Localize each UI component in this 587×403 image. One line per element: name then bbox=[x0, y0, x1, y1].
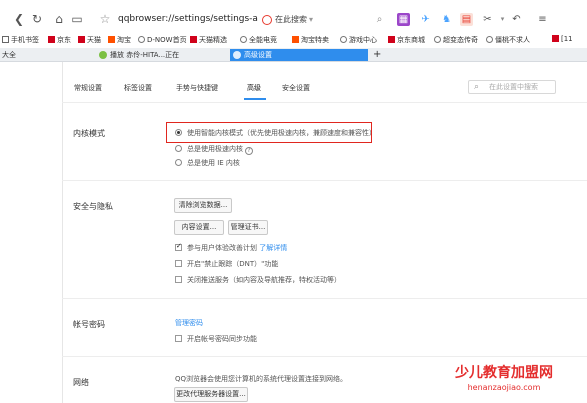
manage-passwords-link[interactable]: 管理密码 bbox=[175, 318, 203, 328]
bookmark-esports[interactable]: 全能电竞 bbox=[240, 35, 277, 45]
radio-unselected[interactable] bbox=[175, 159, 182, 166]
search-placeholder: 在此搜索 bbox=[275, 15, 307, 24]
search-input[interactable]: 在此搜索 ▾ bbox=[262, 13, 370, 27]
network-section-title: 网络 bbox=[73, 378, 89, 387]
undo-icon[interactable]: ↶ bbox=[510, 13, 523, 26]
tab-gestures[interactable]: 手势与快捷键 bbox=[176, 83, 218, 93]
reader-icon[interactable]: ▭ bbox=[70, 12, 84, 26]
bookmark-taobao[interactable]: 淘宝 bbox=[108, 35, 131, 45]
extension-blue-icon[interactable]: ♞ bbox=[440, 13, 453, 26]
checkbox-unchecked[interactable] bbox=[175, 260, 182, 267]
bookmark-game-center[interactable]: 游戏中心 bbox=[340, 35, 377, 45]
tab-playing[interactable]: 播放 赤伶-HITA...正在 bbox=[96, 49, 226, 61]
divider bbox=[62, 180, 587, 181]
tab-strip: 大全 播放 赤伶-HITA...正在 高级设置 + bbox=[0, 48, 587, 62]
plane-icon[interactable]: ✈ bbox=[419, 13, 432, 26]
globe-icon bbox=[486, 36, 493, 43]
bookmark-legend[interactable]: 超变态传奇 bbox=[434, 35, 478, 45]
checkbox-unchecked[interactable] bbox=[175, 335, 182, 342]
account-section-title: 帐号密码 bbox=[73, 320, 105, 329]
jd-icon bbox=[48, 36, 55, 43]
globe-icon bbox=[240, 36, 247, 43]
bookmark-jd-mall[interactable]: 京东商城 bbox=[388, 35, 425, 45]
globe-icon bbox=[434, 36, 441, 43]
extension-orange-icon[interactable]: ▤ bbox=[460, 13, 473, 26]
tab-daquan[interactable]: 大全 bbox=[0, 49, 60, 61]
kernel-section-title: 内核模式 bbox=[73, 129, 105, 138]
watermark-cn: 少儿教育加盟网 bbox=[455, 365, 553, 381]
settings-search-input[interactable]: ⌕ 在此设置中搜索 bbox=[468, 80, 556, 94]
disable-push-checkbox[interactable]: 关闭推送服务（如内容及导航推荐，特权活动等） bbox=[175, 275, 341, 285]
security-section-title: 安全与隐私 bbox=[73, 202, 113, 211]
taobao-icon bbox=[292, 36, 299, 43]
settings-content: 常规设置 标签设置 手势与快捷键 高级 安全设置 ⌕ 在此设置中搜索 内核模式 … bbox=[0, 62, 587, 403]
jd-icon bbox=[552, 35, 559, 42]
divider bbox=[62, 356, 587, 357]
dnt-checkbox[interactable]: 开启"禁止跟踪（DNT）"功能 bbox=[175, 259, 278, 269]
checkbox-checked[interactable] bbox=[175, 242, 182, 251]
site-watermark: 少儿教育加盟网 henanzaojiao.com bbox=[455, 362, 553, 392]
help-icon[interactable]: ? bbox=[245, 147, 253, 155]
kernel-option-ie[interactable]: 总是使用 IE 内核 bbox=[175, 158, 240, 168]
highlight-box bbox=[166, 122, 372, 143]
search-engine-icon bbox=[262, 14, 272, 25]
tmall-icon bbox=[190, 36, 197, 43]
watermark-en: henanzaojiao.com bbox=[467, 383, 541, 392]
bookmark-dnow[interactable]: D-NOW首页 bbox=[138, 35, 187, 45]
left-divider bbox=[62, 62, 63, 403]
url-field[interactable]: qqbrowser://settings/settings-a bbox=[118, 14, 258, 24]
phone-icon bbox=[2, 36, 9, 43]
taobao-icon bbox=[108, 36, 115, 43]
bookmarks-bar: 手机书签 京东 天猫 淘宝 D-NOW首页 天猫精选 全能电竞 淘宝特卖 游戏中… bbox=[0, 32, 587, 48]
refresh-icon[interactable]: ↻ bbox=[30, 12, 44, 26]
manage-certificates-button[interactable]: 管理证书... bbox=[228, 220, 268, 235]
globe-icon bbox=[138, 36, 145, 43]
settings-tab-icon bbox=[233, 51, 241, 59]
chevron-down-icon: ▾ bbox=[309, 15, 314, 24]
tab-security[interactable]: 安全设置 bbox=[282, 83, 310, 93]
radio-unselected[interactable] bbox=[175, 145, 182, 152]
bookmark-tmall-select[interactable]: 天猫精选 bbox=[190, 35, 227, 45]
bookmark-mobile[interactable]: 手机书签 bbox=[2, 35, 39, 45]
music-icon bbox=[99, 51, 107, 59]
bookmark-taobao-sale[interactable]: 淘宝特卖 bbox=[292, 35, 329, 45]
tab-general[interactable]: 常规设置 bbox=[74, 83, 102, 93]
ux-improvement-checkbox[interactable]: 参与用户体验改善计划 了解详情 bbox=[175, 242, 287, 253]
bookmark-jd[interactable]: 京东 bbox=[48, 35, 71, 45]
tab-advanced-settings[interactable]: 高级设置 bbox=[230, 49, 368, 61]
bookmark-tmall[interactable]: 天猫 bbox=[78, 35, 101, 45]
back-icon[interactable]: ❮ bbox=[12, 12, 26, 26]
bookmark-jiangtao[interactable]: 僵桃不求人 bbox=[486, 35, 530, 45]
new-tab-button[interactable]: + bbox=[370, 49, 384, 61]
divider bbox=[62, 102, 587, 103]
search-icon: ⌕ bbox=[474, 82, 480, 92]
scissors-dropdown-icon[interactable]: ▾ bbox=[496, 13, 509, 26]
bookmark-11[interactable]: [11 bbox=[552, 35, 573, 43]
menu-icon[interactable]: ≡ bbox=[536, 13, 549, 26]
change-proxy-button[interactable]: 更改代理服务器设置... bbox=[174, 387, 248, 402]
kernel-option-fast[interactable]: 总是使用极速内核? bbox=[175, 144, 253, 155]
clear-browsing-data-button[interactable]: 清除浏览数据... bbox=[174, 198, 232, 213]
content-settings-button[interactable]: 内容设置... bbox=[174, 220, 224, 235]
globe-icon bbox=[340, 36, 347, 43]
learn-more-link[interactable]: 了解详情 bbox=[259, 244, 287, 252]
tab-advanced[interactable]: 高级 bbox=[247, 83, 261, 93]
network-description: QQ浏览器会使用您计算机的系统代理设置连接到网络。 bbox=[175, 375, 348, 383]
settings-search-placeholder: 在此设置中搜索 bbox=[489, 83, 538, 91]
extension-purple-icon[interactable]: ▦ bbox=[397, 13, 410, 26]
search-icon[interactable]: ⌕ bbox=[373, 13, 386, 26]
jd-icon bbox=[388, 36, 395, 43]
scissors-icon[interactable]: ✂ bbox=[481, 13, 494, 26]
divider bbox=[62, 298, 587, 299]
favorite-star-icon[interactable]: ☆ bbox=[98, 12, 112, 26]
password-sync-checkbox[interactable]: 开启帐号密码同步功能 bbox=[175, 334, 257, 344]
home-icon[interactable]: ⌂ bbox=[52, 12, 66, 26]
active-tab-indicator bbox=[244, 98, 266, 100]
tab-labels[interactable]: 标签设置 bbox=[124, 83, 152, 93]
tmall-icon bbox=[78, 36, 85, 43]
checkbox-unchecked[interactable] bbox=[175, 276, 182, 283]
